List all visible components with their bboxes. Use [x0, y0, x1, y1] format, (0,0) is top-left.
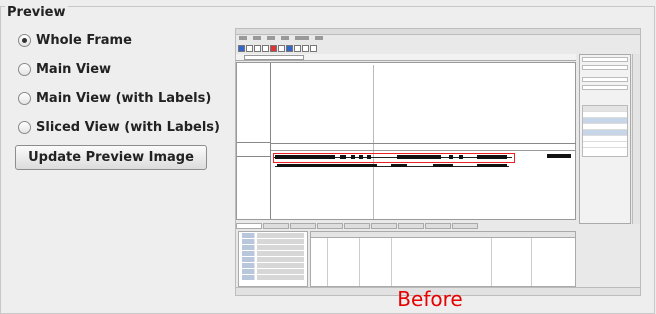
track-label [237, 63, 271, 143]
group-title: Preview [5, 5, 68, 20]
preview-title-bar [236, 29, 640, 35]
preview-image [235, 28, 641, 296]
update-preview-button[interactable]: Update Preview Image [15, 145, 207, 170]
option-sliced-view-labels[interactable]: Sliced View (with Labels) [18, 118, 220, 136]
preview-toolbar [236, 43, 640, 53]
option-main-view-labels[interactable]: Main View (with Labels) [18, 89, 211, 107]
track-label [237, 143, 271, 157]
option-main-view[interactable]: Main View [18, 60, 111, 78]
radio-main-view-labels[interactable] [18, 91, 31, 105]
radio-sliced-view-labels[interactable] [18, 120, 31, 134]
preview-side-panel [579, 54, 631, 224]
option-label: Sliced View (with Labels) [36, 119, 220, 135]
preview-main-view [236, 62, 576, 243]
option-label: Main View [36, 61, 112, 77]
preview-tree-panel [238, 231, 308, 287]
radio-whole-frame[interactable] [18, 33, 31, 47]
track-label [237, 157, 271, 219]
preview-table-panel [310, 231, 576, 287]
preview-tab-strip [236, 223, 576, 230]
preview-caption: Before [397, 287, 463, 311]
preview-menu-bar [236, 36, 640, 43]
preview-scrollbar [632, 54, 640, 224]
radio-main-view[interactable] [18, 62, 31, 76]
option-label: Whole Frame [36, 32, 132, 48]
preview-navigation-bar [236, 54, 576, 61]
option-whole-frame[interactable]: Whole Frame [18, 31, 132, 49]
option-label: Main View (with Labels) [36, 90, 212, 106]
